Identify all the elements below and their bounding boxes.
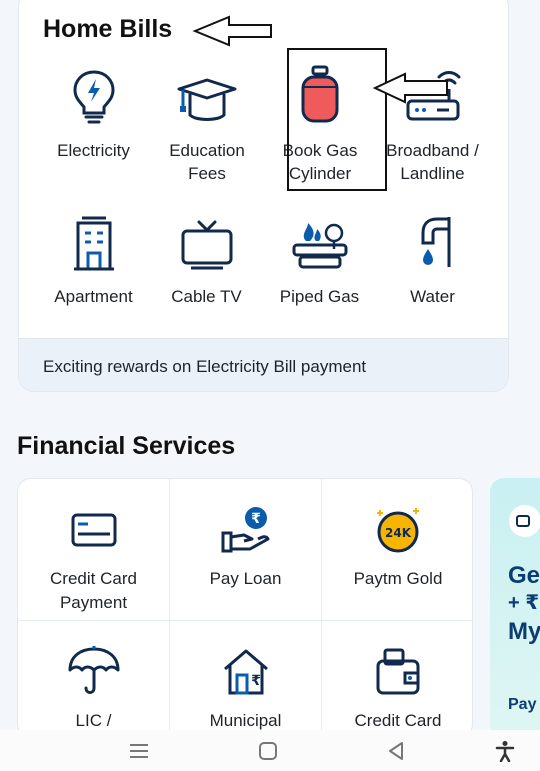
bulb-icon	[72, 70, 115, 124]
graduation-cap-icon	[177, 78, 236, 121]
tile-credit-card-payment[interactable]: Credit Card Payment	[18, 479, 170, 621]
promo-icon	[509, 505, 540, 537]
system-navigation-bar	[0, 730, 540, 771]
tile-water[interactable]: Water	[376, 209, 489, 308]
recent-apps-icon[interactable]	[128, 740, 150, 762]
house-rupee-icon: ₹	[223, 649, 268, 695]
annotation-highlight-box	[287, 48, 387, 191]
tile-electricity[interactable]: Electricity	[37, 63, 150, 162]
svg-text:₹: ₹	[251, 511, 261, 527]
home-icon[interactable]	[257, 740, 279, 762]
building-icon	[73, 216, 114, 271]
tile-credit-card-bill[interactable]: Credit Card	[322, 621, 472, 737]
tile-label: Piped Gas	[279, 287, 360, 306]
promo-headline: Ge	[508, 562, 540, 589]
home-bills-card: Home Bills Electricity Education Fees Bo…	[18, 0, 509, 392]
svg-text:₹: ₹	[251, 673, 261, 689]
tile-label: Paytm Gold	[353, 569, 443, 588]
tile-municipal[interactable]: ₹ Municipal	[170, 621, 322, 737]
wallet-icon	[376, 648, 420, 695]
tv-icon	[181, 220, 232, 270]
tile-lic[interactable]: LIC /	[18, 621, 170, 737]
umbrella-icon	[68, 646, 119, 694]
financial-services-grid: Credit Card Payment ₹ Pay Loan 24K Paytm…	[17, 478, 473, 738]
promo-footer: Pay	[508, 696, 537, 713]
section-title-financial-services: Financial Services	[17, 432, 236, 460]
tile-label: Credit Card Payment	[50, 569, 137, 612]
tile-education-fees[interactable]: Education Fees	[150, 63, 263, 185]
gold-badge-text: 24K	[385, 526, 412, 540]
tile-label: Electricity	[57, 141, 130, 160]
tile-piped-gas[interactable]: Piped Gas	[263, 209, 376, 308]
gold-coin-icon: 24K	[377, 508, 419, 553]
tile-paytm-gold[interactable]: 24K Paytm Gold	[322, 479, 472, 621]
piped-gas-icon	[292, 223, 347, 269]
accessibility-icon[interactable]	[494, 740, 516, 762]
tile-label: Water	[410, 287, 455, 306]
rewards-banner[interactable]: Exciting rewards on Electricity Bill pay…	[19, 338, 508, 391]
tile-apartment[interactable]: Apartment	[37, 209, 150, 308]
tile-label: Pay Loan	[209, 569, 282, 588]
tile-label: Education Fees	[169, 141, 245, 183]
tile-label: Broadband / Landline	[386, 141, 479, 183]
promo-subline: + ₹	[508, 592, 540, 614]
water-tap-icon	[421, 217, 450, 267]
promo-card[interactable]: Ge + ₹ My Pay	[490, 478, 540, 738]
tile-label: Apartment	[54, 287, 133, 306]
annotation-arrow-icon	[192, 15, 272, 47]
tile-pay-loan[interactable]: ₹ Pay Loan	[170, 479, 322, 621]
tile-label: Cable TV	[171, 287, 242, 306]
section-title-home-bills: Home Bills	[43, 15, 173, 43]
loan-hand-icon: ₹	[221, 507, 269, 553]
annotation-arrow-icon	[372, 72, 448, 104]
promo-text: My	[508, 618, 540, 645]
back-icon[interactable]	[385, 740, 407, 762]
credit-card-icon	[71, 513, 116, 547]
tile-cable-tv[interactable]: Cable TV	[150, 209, 263, 308]
